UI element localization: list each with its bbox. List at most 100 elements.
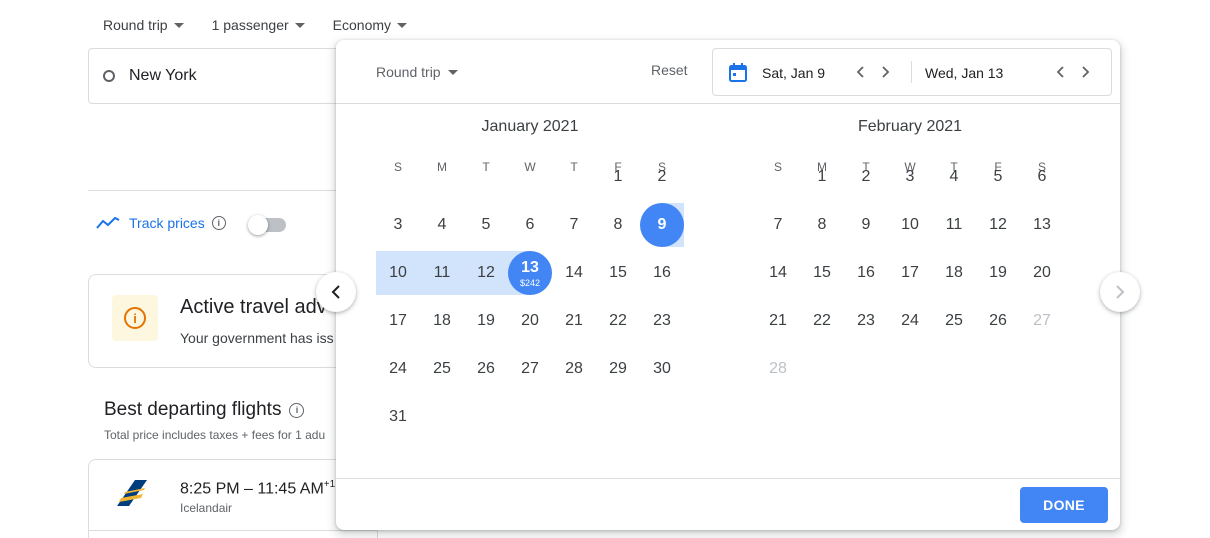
day-number: 9 <box>861 216 871 233</box>
calendar-day[interactable]: 24 <box>376 347 420 391</box>
weekday-label: W <box>524 160 536 174</box>
calendar-day[interactable]: 1 <box>800 155 844 199</box>
calendar-day[interactable]: 2 <box>844 155 888 199</box>
airline-name: Icelandair <box>180 501 233 515</box>
chevron-right-icon <box>882 66 890 78</box>
track-prices-toggle[interactable] <box>248 215 286 235</box>
calendar-day[interactable]: 24 <box>888 299 932 343</box>
popup-trip-type-dropdown[interactable]: Round trip <box>376 64 458 80</box>
selected-return-day[interactable]: 13 $242 <box>508 251 552 295</box>
calendar-day[interactable]: 16 <box>844 251 888 295</box>
trip-type-dropdown[interactable]: Round trip <box>103 14 184 36</box>
return-date-input[interactable]: Wed, Jan 13 <box>925 65 1003 81</box>
calendar-day[interactable]: 10 <box>376 251 420 295</box>
calendar-day[interactable]: 31 <box>376 395 420 439</box>
depart-date-input[interactable]: Sat, Jan 9 <box>762 65 825 81</box>
origin-input[interactable]: New York <box>88 48 378 104</box>
calendar-day[interactable]: 23 <box>640 299 684 343</box>
calendar-day[interactable]: 12 <box>464 251 508 295</box>
calendar-day[interactable]: 16 <box>640 251 684 295</box>
calendar-day[interactable]: 22 <box>596 299 640 343</box>
calendar-day[interactable]: 4 <box>932 155 976 199</box>
calendar-day[interactable]: 3 <box>376 203 420 247</box>
day-number: 6 <box>1037 168 1047 185</box>
calendar-day[interactable]: 30 <box>640 347 684 391</box>
calendar-day[interactable]: 19 <box>464 299 508 343</box>
advisory-title: Active travel adv <box>180 296 327 318</box>
previous-month-button[interactable] <box>316 272 356 312</box>
calendar-day[interactable]: 19 <box>976 251 1020 295</box>
day-number: 19 <box>477 312 495 329</box>
calendar-day[interactable]: 8 <box>800 203 844 247</box>
weekday-label: T <box>482 160 490 174</box>
calendar-day[interactable]: 27 <box>508 347 552 391</box>
calendar-day[interactable]: 20 <box>1020 251 1064 295</box>
calendar-day[interactable]: 12 <box>976 203 1020 247</box>
done-button[interactable]: DONE <box>1020 487 1108 523</box>
next-month-button[interactable] <box>1100 272 1140 312</box>
calendar-day[interactable]: 14 <box>552 251 596 295</box>
calendar-day[interactable]: 21 <box>756 299 800 343</box>
day-number: 24 <box>901 312 919 329</box>
calendar-day[interactable]: 18 <box>420 299 464 343</box>
depart-prev-day-button[interactable] <box>853 64 869 80</box>
day-number: 13 <box>1033 216 1051 233</box>
calendar-day[interactable]: 20 <box>508 299 552 343</box>
flight-result-card[interactable]: 8:25 PM – 11:45 AM+1 Icelandair <box>88 459 378 538</box>
calendar-day[interactable]: 29 <box>596 347 640 391</box>
calendar-day[interactable]: 4 <box>420 203 464 247</box>
chevron-right-icon <box>1082 66 1090 78</box>
date-picker-dialog: Round trip Reset Sat, Jan 9 Wed, Jan 13 <box>336 40 1120 530</box>
info-icon[interactable]: i <box>211 216 226 230</box>
chevron-right-icon <box>1116 285 1125 299</box>
day-number: 1 <box>817 168 827 185</box>
calendar-day[interactable]: 21 <box>552 299 596 343</box>
cabin-class-dropdown[interactable]: Economy <box>333 14 408 36</box>
day-number: 8 <box>613 216 623 233</box>
calendar-day[interactable]: 17 <box>888 251 932 295</box>
icelandair-logo-icon <box>117 480 147 506</box>
best-flights-heading: Best departing flights i <box>104 399 305 421</box>
return-prev-day-button[interactable] <box>1053 64 1069 80</box>
calendar-day[interactable]: 1 <box>596 155 640 199</box>
calendar-day[interactable]: 8 <box>596 203 640 247</box>
calendar-day[interactable]: 28 <box>552 347 596 391</box>
calendar-day[interactable]: 23 <box>844 299 888 343</box>
calendar-day[interactable]: 22 <box>800 299 844 343</box>
best-flights-title: Best departing flights <box>104 399 282 420</box>
calendar-day[interactable]: 7 <box>552 203 596 247</box>
caret-down-icon <box>397 22 408 28</box>
calendar-day[interactable]: 26 <box>976 299 1020 343</box>
day-number: 12 <box>477 264 495 281</box>
info-icon[interactable]: i <box>289 402 305 418</box>
day-number: 27 <box>521 360 539 377</box>
depart-next-day-button[interactable] <box>877 64 893 80</box>
calendar-day[interactable]: 5 <box>976 155 1020 199</box>
calendar-day[interactable]: 26 <box>464 347 508 391</box>
calendar-day[interactable]: 13 <box>1020 203 1064 247</box>
calendar-day[interactable]: 7 <box>756 203 800 247</box>
return-next-day-button[interactable] <box>1077 64 1093 80</box>
calendar-day[interactable]: 3 <box>888 155 932 199</box>
calendar-day[interactable]: 11 <box>932 203 976 247</box>
calendar-day[interactable]: 17 <box>376 299 420 343</box>
calendar-day[interactable]: 11 <box>420 251 464 295</box>
calendar-day[interactable]: 6 <box>1020 155 1064 199</box>
calendar-day[interactable]: 5 <box>464 203 508 247</box>
calendar-day[interactable]: 25 <box>932 299 976 343</box>
calendar-day[interactable]: 14 <box>756 251 800 295</box>
month-title: January 2021 <box>481 118 579 135</box>
selected-depart-day[interactable]: 9 <box>640 203 684 247</box>
calendar-day[interactable]: 15 <box>800 251 844 295</box>
calendar-day[interactable]: 9 <box>844 203 888 247</box>
reset-button[interactable]: Reset <box>651 62 688 78</box>
passenger-dropdown[interactable]: 1 passenger <box>212 14 305 36</box>
calendar-day[interactable]: 10 <box>888 203 932 247</box>
calendar-day[interactable]: 18 <box>932 251 976 295</box>
calendar-day[interactable]: 25 <box>420 347 464 391</box>
calendar-day[interactable]: 6 <box>508 203 552 247</box>
calendar-day[interactable]: 15 <box>596 251 640 295</box>
track-prices-label[interactable]: Track prices <box>129 215 205 231</box>
calendar-day[interactable]: 2 <box>640 155 684 199</box>
day-number: 14 <box>565 264 583 281</box>
